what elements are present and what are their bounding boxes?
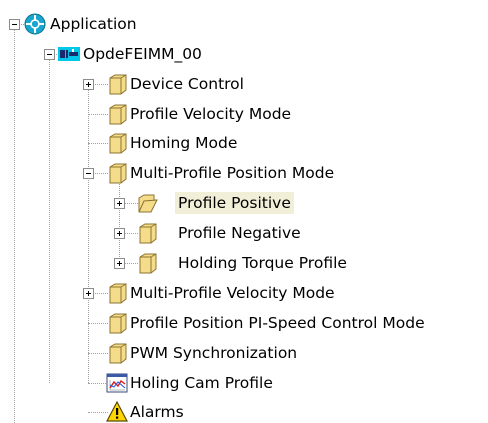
folder-icon bbox=[139, 253, 157, 274]
tree-node-label: Profile Velocity Mode bbox=[130, 105, 292, 123]
expand-toggle[interactable] bbox=[114, 228, 125, 239]
tree-connector bbox=[88, 412, 108, 413]
tree-node-label: Holding Torque Profile bbox=[178, 254, 347, 272]
collapse-toggle[interactable] bbox=[9, 19, 20, 30]
tree-connector bbox=[88, 353, 108, 354]
tree-connector bbox=[88, 323, 108, 324]
tree-connector bbox=[88, 143, 108, 144]
tree-node-label: Device Control bbox=[130, 75, 244, 93]
tree-node-label: Profile Position PI-Speed Control Mode bbox=[130, 314, 425, 332]
tree-node-label: Alarms bbox=[130, 403, 184, 421]
tree-connector bbox=[88, 383, 108, 384]
folder-icon bbox=[109, 74, 127, 95]
folder-icon bbox=[109, 343, 127, 364]
tree-connector bbox=[119, 181, 120, 263]
folder-icon bbox=[109, 283, 127, 304]
tree-node-label: Holing Cam Profile bbox=[130, 374, 273, 392]
tree-node-label: Profile Positive bbox=[175, 192, 294, 214]
folder-icon bbox=[109, 313, 127, 334]
folder-open-icon bbox=[138, 194, 158, 213]
tree-node-label: PWM Synchronization bbox=[130, 344, 298, 362]
expand-toggle[interactable] bbox=[114, 198, 125, 209]
expand-toggle[interactable] bbox=[83, 288, 94, 299]
warning-icon bbox=[106, 401, 128, 422]
tree-connector bbox=[88, 88, 89, 383]
tree-connector bbox=[14, 20, 15, 423]
tree-node-label: Application bbox=[50, 15, 137, 33]
tree-connector bbox=[88, 114, 108, 115]
device-icon bbox=[58, 47, 80, 61]
collapse-toggle[interactable] bbox=[44, 49, 55, 60]
collapse-toggle[interactable] bbox=[83, 168, 94, 179]
folder-icon bbox=[109, 163, 127, 184]
application-icon bbox=[24, 13, 46, 35]
tree-connector bbox=[49, 60, 50, 383]
cam-profile-icon bbox=[106, 373, 128, 393]
tree-node-label: Profile Negative bbox=[178, 224, 301, 242]
tree-node-label: Multi-Profile Position Mode bbox=[130, 164, 335, 182]
project-tree[interactable]: Application OpdeFEIMM_00 Device Control … bbox=[0, 0, 488, 423]
tree-node-label: Multi-Profile Velocity Mode bbox=[130, 284, 335, 302]
expand-toggle[interactable] bbox=[114, 258, 125, 269]
folder-icon bbox=[109, 133, 127, 154]
tree-node-label: OpdeFEIMM_00 bbox=[83, 45, 202, 63]
folder-icon bbox=[139, 223, 157, 244]
tree-node-label: Homing Mode bbox=[130, 134, 238, 152]
folder-icon bbox=[109, 104, 127, 125]
expand-toggle[interactable] bbox=[83, 79, 94, 90]
